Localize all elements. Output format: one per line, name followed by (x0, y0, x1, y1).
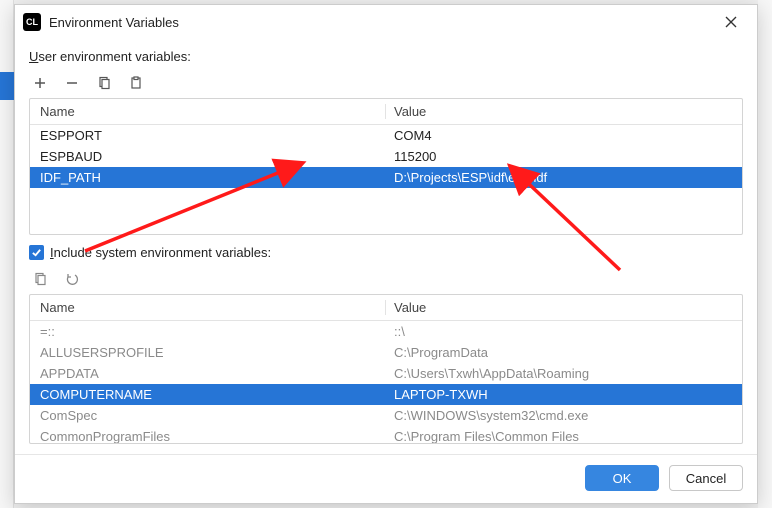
cell-name[interactable]: ESPBAUD (30, 149, 386, 164)
check-icon (31, 247, 42, 258)
cell-value[interactable]: COM4 (386, 128, 742, 143)
table-row[interactable]: =::::\ (30, 321, 742, 342)
user-vars-table[interactable]: Name Value ESPPORTCOM4ESPBAUD115200IDF_P… (29, 98, 743, 235)
cell-value[interactable]: C:\WINDOWS\system32\cmd.exe (386, 408, 742, 423)
system-table-body[interactable]: =::::\ALLUSERSPROFILEC:\ProgramDataAPPDA… (30, 321, 742, 443)
copy-button[interactable] (95, 74, 113, 92)
copy-icon (97, 76, 111, 90)
cancel-button[interactable]: Cancel (669, 465, 743, 491)
column-header-name[interactable]: Name (30, 104, 386, 119)
cell-name[interactable]: COMPUTERNAME (30, 387, 386, 402)
minus-icon (65, 76, 79, 90)
table-row[interactable]: ESPPORTCOM4 (30, 125, 742, 146)
remove-button[interactable] (63, 74, 81, 92)
close-button[interactable] (711, 8, 751, 36)
cell-name[interactable]: ESPPORT (30, 128, 386, 143)
cell-value[interactable]: C:\Users\Txwh\AppData\Roaming (386, 366, 742, 381)
table-row[interactable]: ESPBAUD115200 (30, 146, 742, 167)
copy-icon (33, 272, 47, 286)
close-icon (725, 16, 737, 28)
table-row[interactable]: CommonProgramFilesC:\Program Files\Commo… (30, 426, 742, 443)
column-header-name[interactable]: Name (30, 300, 386, 315)
add-button[interactable] (31, 74, 49, 92)
cell-name[interactable]: ALLUSERSPROFILE (30, 345, 386, 360)
cell-name[interactable]: IDF_PATH (30, 170, 386, 185)
paste-button[interactable] (127, 74, 145, 92)
cell-value[interactable]: 115200 (386, 149, 742, 164)
table-row[interactable]: IDF_PATHD:\Projects\ESP\idf\esp-idf (30, 167, 742, 188)
table-row[interactable]: COMPUTERNAMELAPTOP-TXWH (30, 384, 742, 405)
cell-name[interactable]: =:: (30, 324, 386, 339)
revert-button[interactable] (63, 270, 81, 288)
app-icon: CL (23, 13, 41, 31)
system-table-header: Name Value (30, 295, 742, 321)
cell-value[interactable]: D:\Projects\ESP\idf\esp-idf (386, 170, 742, 185)
column-header-value[interactable]: Value (386, 300, 742, 315)
cell-name[interactable]: APPDATA (30, 366, 386, 381)
window-title: Environment Variables (49, 15, 711, 30)
user-toolbar (29, 70, 743, 98)
cell-name[interactable]: CommonProgramFiles (30, 429, 386, 443)
include-system-row[interactable]: Include system environment variables: (29, 245, 743, 260)
ok-button[interactable]: OK (585, 465, 659, 491)
system-vars-table[interactable]: Name Value =::::\ALLUSERSPROFILEC:\Progr… (29, 294, 743, 444)
plus-icon (33, 76, 47, 90)
column-header-value[interactable]: Value (386, 104, 742, 119)
include-system-label: Include system environment variables: (50, 245, 271, 260)
environment-variables-dialog: CL Environment Variables User environmen… (14, 4, 758, 504)
cell-value[interactable]: C:\ProgramData (386, 345, 742, 360)
dialog-button-bar: OK Cancel (15, 454, 757, 503)
user-vars-label: User environment variables: (29, 49, 743, 64)
table-row[interactable]: ComSpecC:\WINDOWS\system32\cmd.exe (30, 405, 742, 426)
cell-name[interactable]: ComSpec (30, 408, 386, 423)
table-row[interactable]: APPDATAC:\Users\Txwh\AppData\Roaming (30, 363, 742, 384)
copy-button-sys[interactable] (31, 270, 49, 288)
user-table-body[interactable]: ESPPORTCOM4ESPBAUD115200IDF_PATHD:\Proje… (30, 125, 742, 234)
cell-value[interactable]: ::\ (386, 324, 742, 339)
titlebar: CL Environment Variables (15, 5, 757, 39)
include-system-checkbox[interactable] (29, 245, 44, 260)
system-toolbar (29, 266, 743, 294)
user-table-header: Name Value (30, 99, 742, 125)
paste-icon (129, 76, 143, 90)
cell-value[interactable]: LAPTOP-TXWH (386, 387, 742, 402)
table-row[interactable]: ALLUSERSPROFILEC:\ProgramData (30, 342, 742, 363)
undo-icon (65, 272, 79, 286)
cell-value[interactable]: C:\Program Files\Common Files (386, 429, 742, 443)
